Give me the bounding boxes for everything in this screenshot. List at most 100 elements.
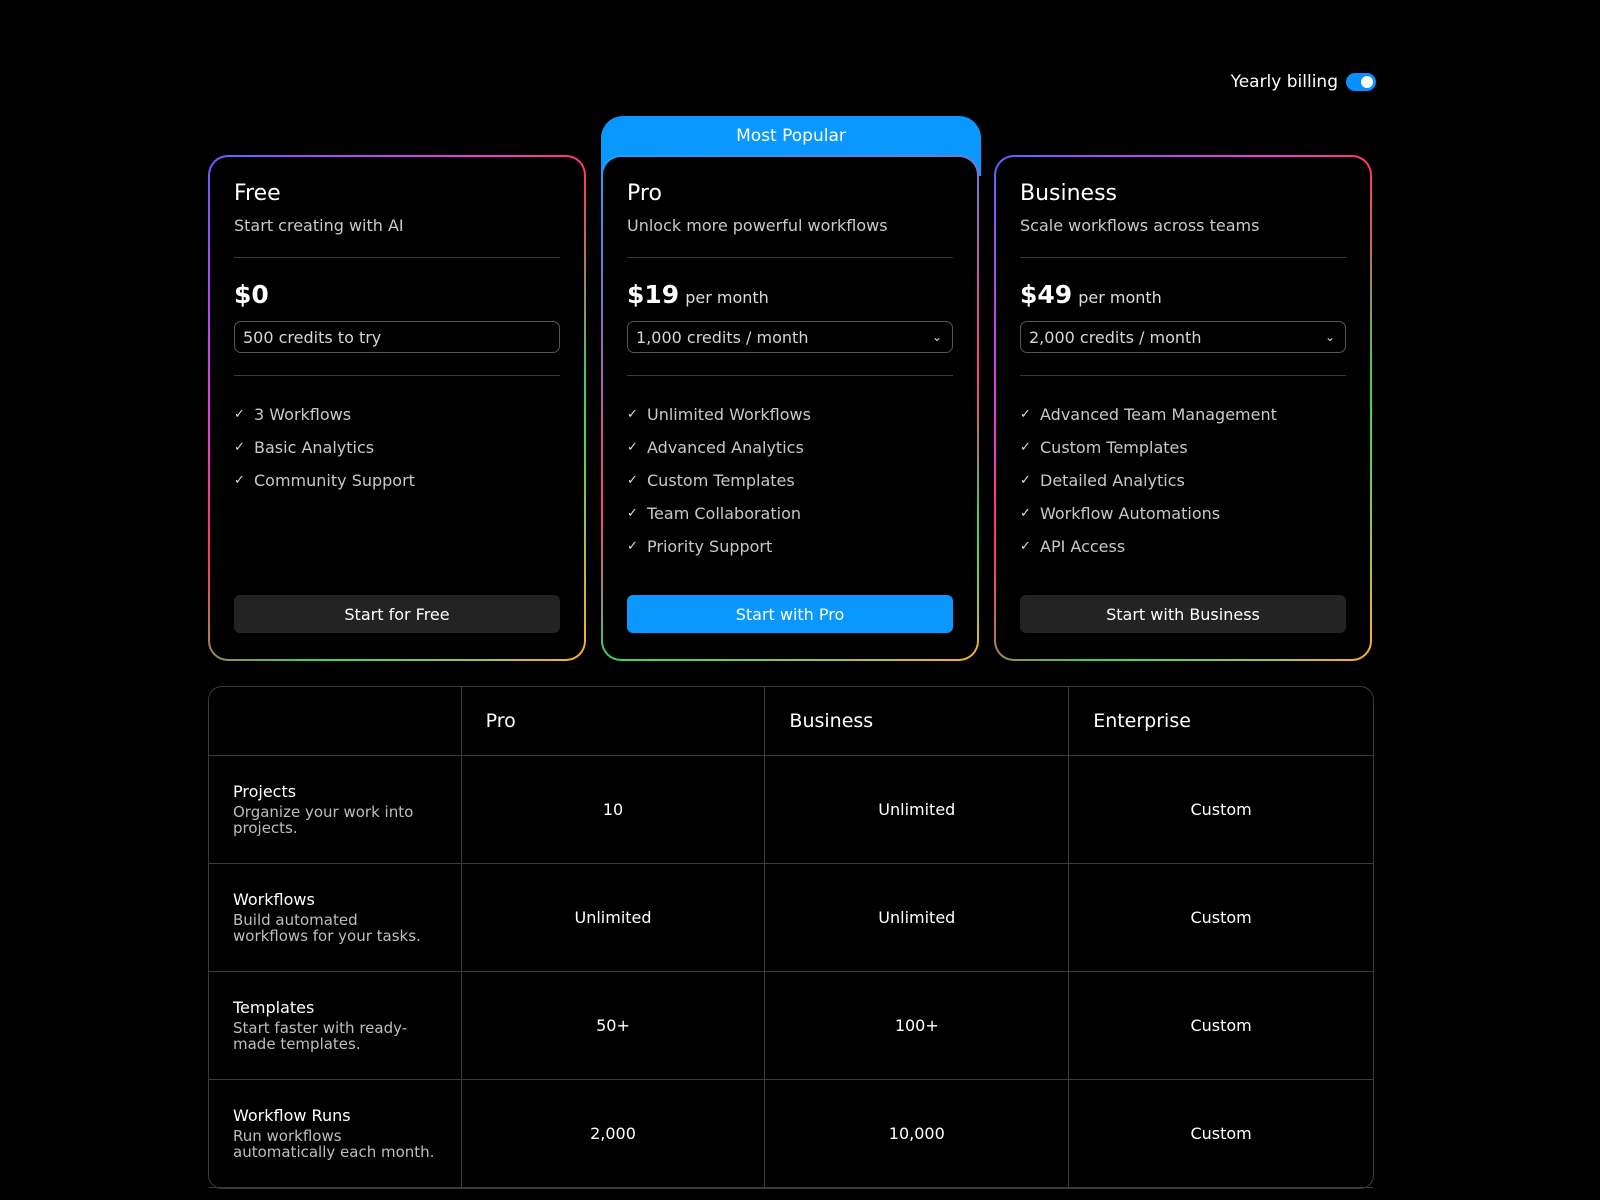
feature-item: ✓ Basic Analytics (234, 438, 375, 457)
toggle-knob (1361, 76, 1373, 88)
value-cell: Custom (1069, 756, 1373, 864)
value-cell: 100+ (765, 972, 1070, 1080)
check-icon: ✓ (1020, 407, 1031, 422)
divider (234, 375, 560, 376)
check-icon: ✓ (627, 440, 638, 455)
price-row: $0 (234, 280, 560, 309)
value-cell: Unlimited (765, 756, 1070, 864)
feature-item: ✓ 3 Workflows (234, 405, 352, 424)
plan-price: $0 (234, 280, 269, 309)
column-header: Pro (461, 687, 766, 756)
comparison-table: Pro Business Enterprise Projects Organiz… (208, 686, 1374, 1189)
feature-list: ✓ 3 Workflows ✓ Basic Analytics ✓ Community… (234, 398, 560, 497)
feature-cell: Workflow Runs Run workflows automaticall… (209, 1080, 462, 1188)
divider (627, 257, 953, 258)
start-free-button[interactable]: Start for Free (234, 595, 560, 633)
plan-card-pro: Pro Unlock more powerful workflows $19 p… (601, 155, 979, 661)
billing-toggle-row: Yearly billing (1200, 68, 1376, 96)
plan-description: Scale workflows across teams (1020, 216, 1260, 235)
price-row: $19 per month (627, 280, 953, 309)
feature-title: Projects (233, 782, 297, 802)
check-icon: ✓ (1020, 506, 1031, 521)
check-icon: ✓ (234, 473, 245, 488)
value-cell: 2,000 (461, 1080, 766, 1188)
plan-name: Free (234, 181, 281, 206)
value-cell: Custom (1069, 1080, 1373, 1188)
feature-item: ✓ API Access (1020, 537, 1126, 556)
feature-title: Templates (233, 998, 315, 1018)
check-icon: ✓ (627, 473, 638, 488)
credits-value: 500 credits to try (243, 327, 382, 347)
yearly-billing-toggle[interactable] (1346, 73, 1376, 91)
credits-value: 2,000 credits / month (1029, 327, 1202, 347)
check-icon: ✓ (1020, 539, 1031, 554)
check-icon: ✓ (627, 539, 638, 554)
feature-cell: Workflows Build automated workflows for … (209, 864, 462, 972)
column-header (209, 687, 462, 756)
feature-item: ✓ Custom Templates (1020, 438, 1188, 457)
value-cell: 10 (461, 756, 766, 864)
check-icon: ✓ (234, 407, 245, 422)
credits-value: 1,000 credits / month (636, 327, 809, 347)
value-cell: 50+ (461, 972, 766, 1080)
price-row: $49 per month (1020, 280, 1346, 309)
feature-description: Build automated workflows for your tasks… (233, 911, 421, 945)
chevron-down-icon: ⌄ (931, 330, 942, 344)
check-icon: ✓ (1020, 473, 1031, 488)
table-row: Projects Organize your work into project… (209, 756, 1373, 864)
plan-description: Unlock more powerful workflows (627, 216, 888, 235)
start-pro-button[interactable]: Start with Pro (627, 595, 953, 633)
divider (627, 375, 953, 376)
table-header-row: Pro Business Enterprise (209, 687, 1373, 756)
feature-description: Start faster with ready-made templates. (233, 1019, 408, 1053)
chevron-down-icon: ⌄ (1324, 330, 1335, 344)
credits-select[interactable]: 2,000 credits / month ⌄ (1020, 321, 1346, 353)
table-row: Workflows Build automated workflows for … (209, 864, 1373, 972)
feature-item: ✓ Detailed Analytics (1020, 471, 1185, 490)
divider (234, 257, 560, 258)
feature-item: ✓ Unlimited Workflows (627, 405, 811, 424)
value-cell: Custom (1069, 972, 1373, 1080)
feature-cell: Projects Organize your work into project… (209, 756, 462, 864)
feature-item: ✓ Advanced Analytics (627, 438, 804, 457)
column-header: Business (765, 687, 1070, 756)
feature-description: Run workflows automatically each month. (233, 1127, 435, 1161)
plan-name: Business (1020, 181, 1118, 206)
plan-card-business: Business Scale workflows across teams $4… (994, 155, 1372, 661)
feature-item: ✓ Team Collaboration (627, 504, 802, 523)
feature-list: ✓ Unlimited Workflows ✓ Advanced Analytics… (627, 398, 953, 563)
divider (1020, 375, 1346, 376)
check-icon: ✓ (627, 407, 638, 422)
yearly-billing-label: Yearly billing (1230, 72, 1338, 92)
feature-item: ✓ Workflow Automations (1020, 504, 1221, 523)
credits-field: 500 credits to try (234, 321, 560, 353)
plan-price: $19 (627, 280, 680, 309)
feature-title: Workflow Runs (233, 1106, 351, 1126)
plan-card-free: Free Start creating with AI $0 500 credi… (208, 155, 586, 661)
table-row: Workflow Runs Run workflows automaticall… (209, 1080, 1373, 1188)
price-period: per month (1078, 288, 1162, 307)
check-icon: ✓ (234, 440, 245, 455)
credits-select[interactable]: 1,000 credits / month ⌄ (627, 321, 953, 353)
feature-title: Workflows (233, 890, 315, 910)
value-cell: Unlimited (461, 864, 766, 972)
check-icon: ✓ (1020, 440, 1031, 455)
plan-name: Pro (627, 181, 662, 206)
plan-price: $49 (1020, 280, 1073, 309)
divider (1020, 257, 1346, 258)
feature-item: ✓ Advanced Team Management (1020, 405, 1277, 424)
feature-item: ✓ Priority Support (627, 537, 773, 556)
feature-item: ✓ Custom Templates (627, 471, 795, 490)
check-icon: ✓ (627, 506, 638, 521)
plan-description: Start creating with AI (234, 216, 404, 235)
table-row: Templates Start faster with ready-made t… (209, 972, 1373, 1080)
value-cell: Custom (1069, 864, 1373, 972)
value-cell: Unlimited (765, 864, 1070, 972)
feature-list: ✓ Advanced Team Management ✓ Custom Templa… (1020, 398, 1346, 563)
price-period: per month (685, 288, 769, 307)
start-business-button[interactable]: Start with Business (1020, 595, 1346, 633)
value-cell: 10,000 (765, 1080, 1070, 1188)
feature-cell: Templates Start faster with ready-made t… (209, 972, 462, 1080)
column-header: Enterprise (1069, 687, 1373, 756)
feature-item: ✓ Community Support (234, 471, 415, 490)
